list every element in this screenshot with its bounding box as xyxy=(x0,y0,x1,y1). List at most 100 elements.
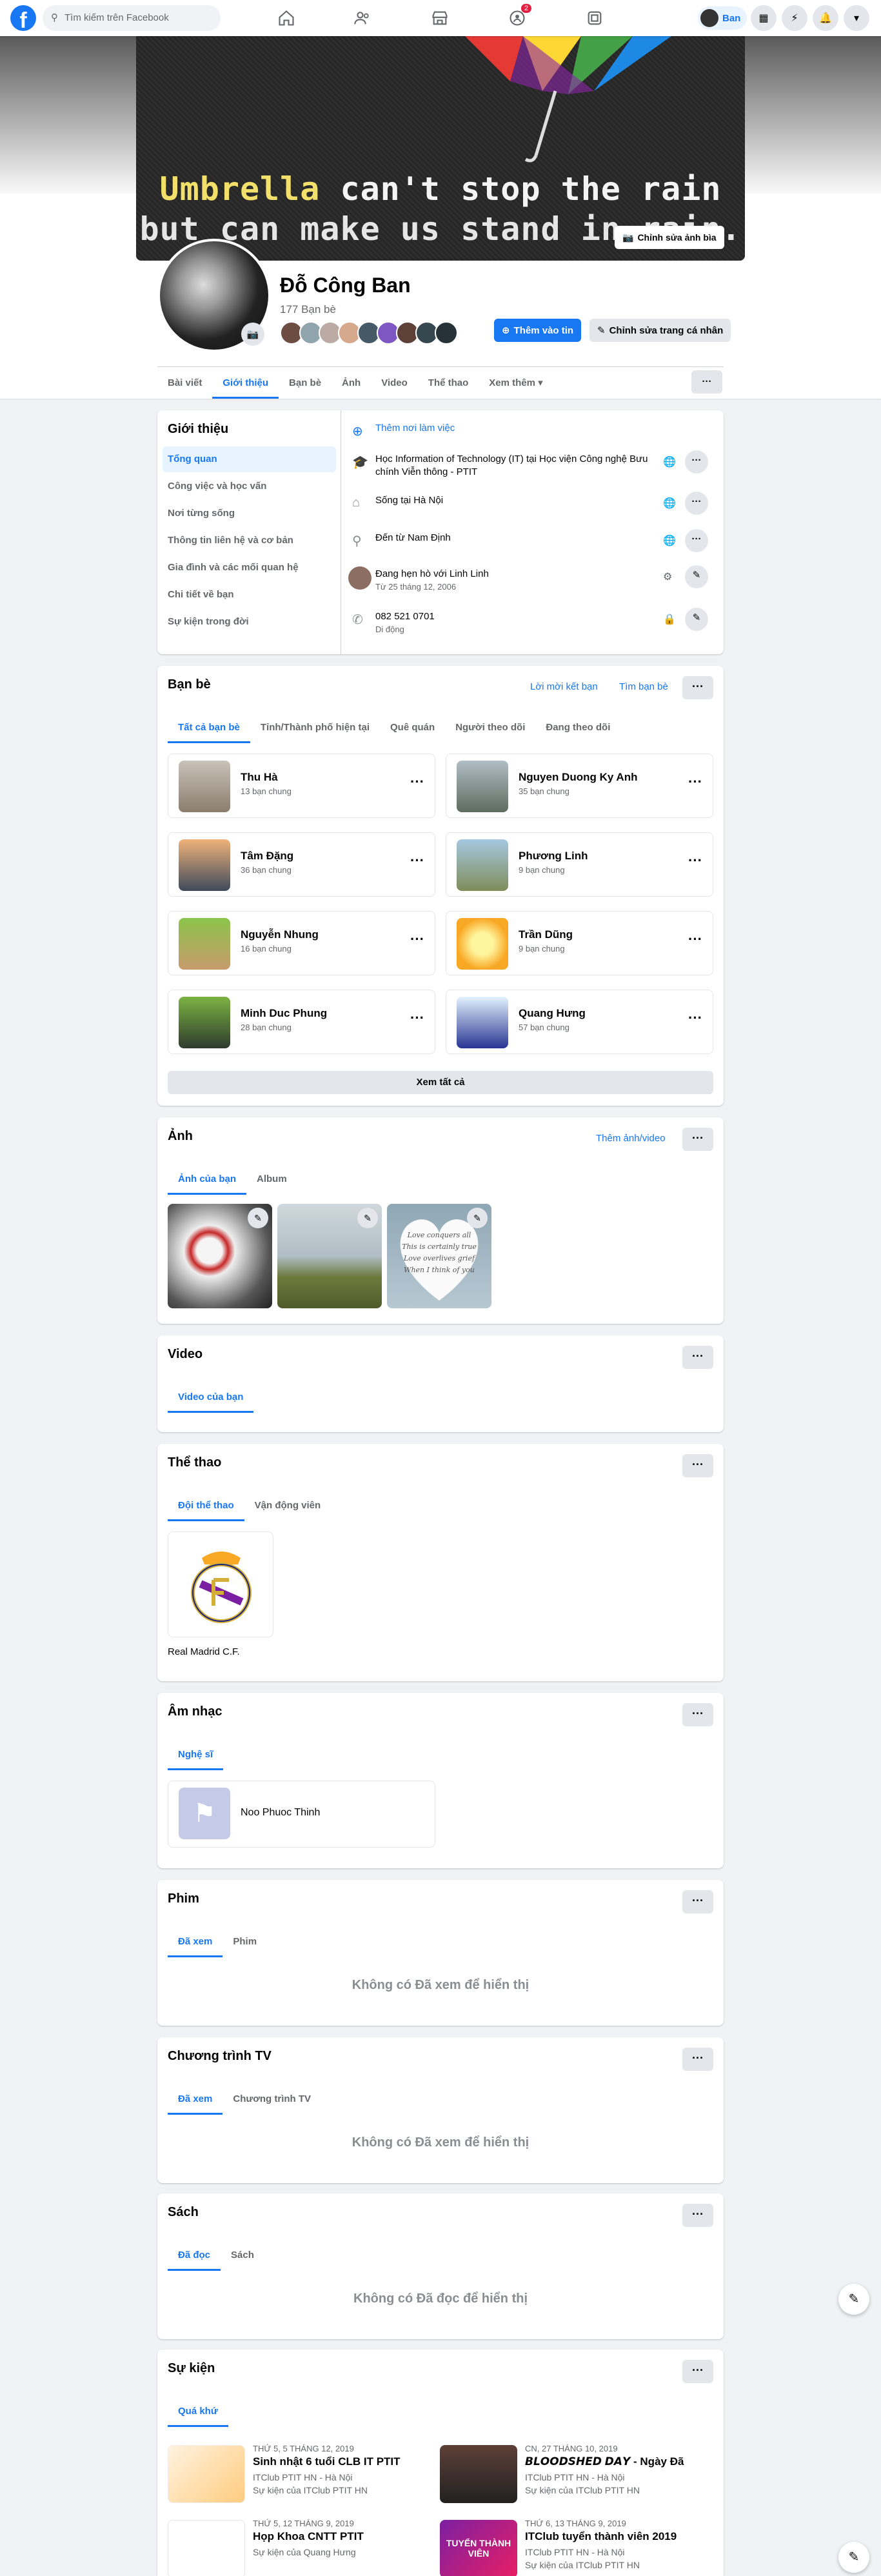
event-item[interactable]: CN, 27 THÁNG 10, 2019 𝘽𝙇𝙊𝙊𝘿𝙎𝙃𝙀𝘿 𝘿𝘼𝙔 - Ng… xyxy=(430,2440,700,2511)
friend-photo[interactable] xyxy=(179,918,230,970)
event-image[interactable] xyxy=(168,2445,245,2503)
friend-more-button[interactable]: ··· xyxy=(688,931,702,948)
event-item[interactable]: THỨ 5, 5 THÁNG 12, 2019 Sinh nhật 6 tuổi… xyxy=(157,2440,428,2511)
edit-photo-icon[interactable]: ✎ xyxy=(357,1208,378,1228)
tab-current-city[interactable]: Tỉnh/Thành phố hiện tại xyxy=(250,712,380,743)
friend-photo[interactable] xyxy=(457,918,508,970)
see-all-friends-button[interactable]: Xem tất cả xyxy=(168,1071,713,1094)
tab-hometown[interactable]: Quê quán xyxy=(380,712,445,743)
friend-more-button[interactable]: ··· xyxy=(688,774,702,790)
more-button[interactable]: ··· xyxy=(682,1890,713,1913)
photo-thumbnail[interactable]: Love conquers all This is certainly true… xyxy=(387,1204,491,1308)
friend-photo[interactable] xyxy=(457,761,508,812)
tab-followers[interactable]: Người theo dõi xyxy=(445,712,535,743)
more-button[interactable]: ··· xyxy=(682,2360,713,2383)
more-button[interactable]: ··· xyxy=(682,2204,713,2227)
add-work-link[interactable]: Thêm nơi làm việc xyxy=(375,422,659,435)
nav-friends[interactable] xyxy=(326,0,399,36)
tab-read[interactable]: Đã đọc xyxy=(168,2240,221,2271)
find-friends-link[interactable]: Tìm bạn bè xyxy=(619,681,668,692)
add-story-button[interactable]: ⊕ Thêm vào tin xyxy=(494,319,582,342)
friends-count[interactable]: 177 Bạn bè xyxy=(280,303,336,316)
friend-avatar[interactable] xyxy=(435,321,458,344)
team-name[interactable]: Real Madrid C.F. xyxy=(168,1646,240,1657)
event-item[interactable]: THỨ 5, 12 THÁNG 9, 2019 Họp Khoa CNTT PT… xyxy=(157,2515,428,2576)
about-menu-item[interactable]: Sự kiện trong đời xyxy=(163,609,336,635)
about-menu-item[interactable]: Tổng quan xyxy=(163,446,336,472)
profile-more-button[interactable]: ··· xyxy=(691,370,722,394)
team-logo[interactable] xyxy=(168,1532,273,1637)
friend-photo[interactable] xyxy=(457,997,508,1048)
friend-name[interactable]: Trần Dũng xyxy=(519,928,573,941)
more-button[interactable]: ··· xyxy=(685,492,708,515)
friend-avatar-stack[interactable] xyxy=(280,321,458,344)
friend-card[interactable]: Nguyễn Nhung 16 bạn chung ··· xyxy=(168,911,435,975)
friend-card[interactable]: Nguyen Duong Ky Anh 35 bạn chung ··· xyxy=(446,754,713,818)
more-button[interactable]: ··· xyxy=(682,1454,713,1477)
edit-button[interactable]: ✎ xyxy=(685,565,708,588)
tab-athletes[interactable]: Vận động viên xyxy=(244,1490,332,1521)
account-button[interactable]: ▾ xyxy=(844,5,869,31)
more-button[interactable]: ··· xyxy=(682,1128,713,1151)
nav-marketplace[interactable] xyxy=(404,0,476,36)
menu-button[interactable]: ▦ xyxy=(751,5,777,31)
tab-your-videos[interactable]: Video của bạn xyxy=(168,1382,254,1413)
friends-privacy-icon[interactable]: ⚙ xyxy=(663,570,672,583)
add-photos-link[interactable]: Thêm ảnh/video xyxy=(596,1133,666,1144)
tab-sports[interactable]: Thể thao xyxy=(418,367,479,399)
more-button[interactable]: ··· xyxy=(682,2048,713,2071)
friend-name[interactable]: Phương Linh xyxy=(519,850,588,863)
about-menu-item[interactable]: Chi tiết về bạn xyxy=(163,582,336,608)
event-image[interactable]: TUYỂN THÀNH VIÊN xyxy=(440,2520,517,2576)
edit-photo-icon[interactable]: ✎ xyxy=(467,1208,488,1228)
artist-name[interactable]: Noo Phuoc Thinh xyxy=(241,1807,320,1819)
nav-gaming[interactable] xyxy=(559,0,631,36)
friend-name[interactable]: Nguyễn Nhung xyxy=(241,928,319,941)
friend-card[interactable]: Minh Duc Phung 28 bạn chung ··· xyxy=(168,990,435,1054)
tab-friends[interactable]: Bạn bè xyxy=(279,367,332,399)
profile-shortcut[interactable]: Ban xyxy=(698,6,747,30)
friend-more-button[interactable]: ··· xyxy=(410,931,424,948)
friend-card[interactable]: Phương Linh 9 bạn chung ··· xyxy=(446,832,713,897)
friend-card[interactable]: Thu Hà 13 bạn chung ··· xyxy=(168,754,435,818)
more-button[interactable]: ··· xyxy=(682,676,713,699)
tab-movies[interactable]: Phim xyxy=(223,1926,267,1957)
tab-photos[interactable]: Ảnh xyxy=(332,367,371,399)
edit-button[interactable]: ✎ xyxy=(685,608,708,631)
event-image[interactable] xyxy=(440,2445,517,2503)
event-item[interactable]: TUYỂN THÀNH VIÊN THỨ 6, 13 THÁNG 9, 2019… xyxy=(430,2515,700,2576)
friend-photo[interactable] xyxy=(457,839,508,891)
nav-groups[interactable]: 2 xyxy=(481,0,553,36)
about-menu-item[interactable]: Công việc và học vấn xyxy=(163,474,336,499)
about-menu-item[interactable]: Nơi từng sống xyxy=(163,501,336,526)
friend-card[interactable]: Tâm Đặng 36 bạn chung ··· xyxy=(168,832,435,897)
more-button[interactable]: ··· xyxy=(685,450,708,474)
more-button[interactable]: ··· xyxy=(682,1346,713,1369)
event-title[interactable]: Họp Khoa CNTT PTIT xyxy=(253,2530,427,2543)
tab-following[interactable]: Đang theo dõi xyxy=(535,712,620,743)
friend-photo[interactable] xyxy=(179,839,230,891)
notifications-button[interactable]: 🔔 xyxy=(813,5,838,31)
edit-cover-button[interactable]: 📷 Chỉnh sửa ảnh bìa xyxy=(615,226,724,249)
friend-more-button[interactable]: ··· xyxy=(410,852,424,869)
photo-thumbnail[interactable]: ✎ xyxy=(277,1204,382,1308)
tab-video[interactable]: Video xyxy=(371,367,418,399)
search-input[interactable]: ⚲ Tìm kiếm trên Facebook xyxy=(43,5,221,31)
facebook-logo[interactable]: f xyxy=(10,5,36,31)
friend-name[interactable]: Nguyen Duong Ky Anh xyxy=(519,771,637,784)
friend-photo[interactable] xyxy=(179,997,230,1048)
friend-more-button[interactable]: ··· xyxy=(410,774,424,790)
friend-name[interactable]: Quang Hưng xyxy=(519,1007,586,1020)
partner-avatar[interactable] xyxy=(348,566,371,590)
friend-card[interactable]: Trần Dũng 9 bạn chung ··· xyxy=(446,911,713,975)
tab-more[interactable]: Xem thêm ▾ xyxy=(479,367,553,399)
edit-profile-button[interactable]: ✎ Chỉnh sửa trang cá nhân xyxy=(589,319,731,342)
friend-more-button[interactable]: ··· xyxy=(688,852,702,869)
event-title[interactable]: ITClub tuyển thành viên 2019 xyxy=(525,2530,699,2543)
tab-tv-shows[interactable]: Chương trình TV xyxy=(223,2084,321,2115)
new-message-button[interactable]: ✎ xyxy=(838,2284,869,2315)
tab-all-friends[interactable]: Tất cả bạn bè xyxy=(168,712,250,743)
friend-card[interactable]: Quang Hưng 57 bạn chung ··· xyxy=(446,990,713,1054)
tab-artists[interactable]: Nghệ sĩ xyxy=(168,1739,224,1770)
globe-icon[interactable]: 🌐 xyxy=(663,455,676,468)
